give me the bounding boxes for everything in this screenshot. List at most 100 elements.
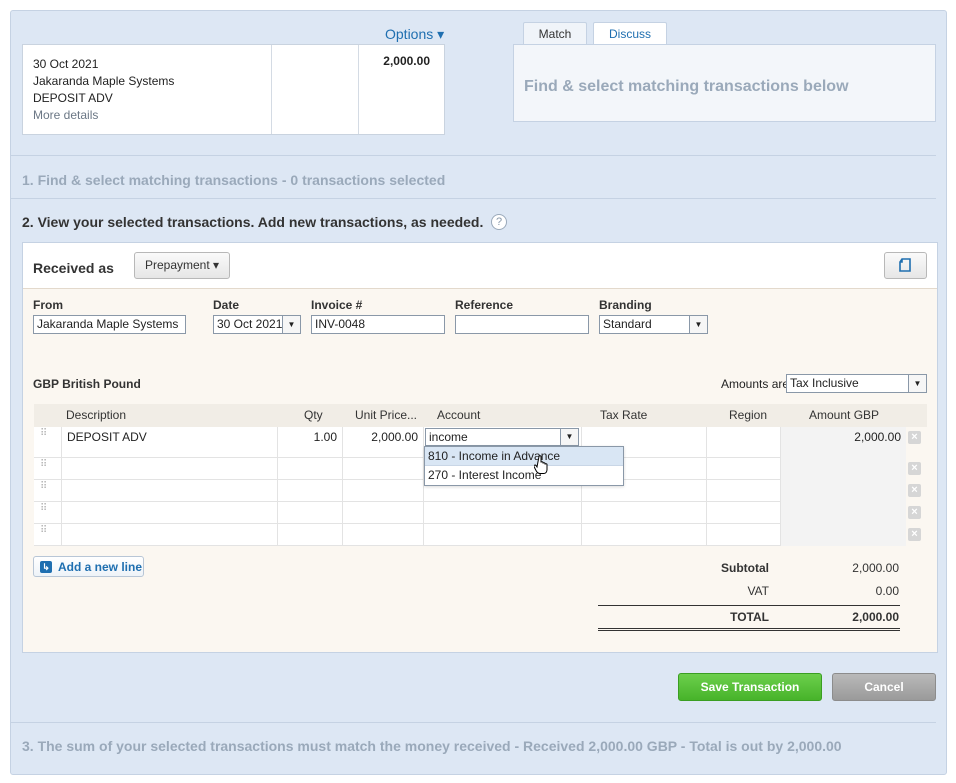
statement-details: 30 Oct 2021 Jakaranda Maple Systems DEPO… <box>23 45 271 134</box>
type-dropdown-button[interactable]: Prepayment ▾ <box>134 252 230 279</box>
qty-cell[interactable] <box>277 480 342 502</box>
tab-match[interactable]: Match <box>523 22 587 45</box>
unit-price-cell[interactable] <box>342 502 423 524</box>
qty-cell[interactable] <box>277 524 342 546</box>
vat-label: VAT <box>747 584 769 598</box>
dropdown-option[interactable]: 810 - Income in Advance <box>425 447 623 466</box>
unit-price-cell[interactable] <box>342 524 423 546</box>
col-qty: Qty <box>304 408 323 422</box>
match-panel-text: Find & select matching transactions belo… <box>524 78 849 95</box>
qty-cell[interactable] <box>277 502 342 524</box>
amount-cell[interactable] <box>780 458 906 480</box>
amounts-are-value: Tax Inclusive <box>790 376 859 390</box>
copy-button[interactable] <box>884 252 927 279</box>
options-menu[interactable]: Options ▾ <box>385 26 444 43</box>
more-details-link[interactable]: More details <box>33 107 261 124</box>
reference-label: Reference <box>455 298 514 312</box>
from-label: From <box>33 298 63 312</box>
col-account: Account <box>437 408 481 422</box>
col-unit-price: Unit Price... <box>355 408 418 422</box>
cancel-button[interactable]: Cancel <box>832 673 936 701</box>
branding-value: Standard <box>603 317 652 331</box>
region-cell[interactable] <box>706 458 780 480</box>
add-line-icon: ↳ <box>40 561 52 573</box>
statement-date: 30 Oct 2021 <box>33 57 99 71</box>
date-input[interactable]: 30 Oct 2021 ▼ <box>213 315 301 334</box>
unit-price-cell[interactable] <box>342 458 423 480</box>
col-amount: Amount GBP <box>809 408 880 422</box>
amount-cell[interactable]: 2,000.00 <box>780 427 906 458</box>
delete-row-icon[interactable]: × <box>908 484 921 497</box>
account-input[interactable]: income ▼ <box>425 428 579 446</box>
drag-handle-icon[interactable]: ⠿ <box>40 429 48 444</box>
total-value: 2,000.00 <box>852 610 899 624</box>
divider <box>11 722 936 723</box>
description-cell[interactable] <box>61 502 277 524</box>
step1-heading[interactable]: 1. Find & select matching transactions -… <box>22 172 445 188</box>
add-new-line-label: Add a new line <box>58 560 143 574</box>
copy-icon <box>898 258 911 272</box>
add-new-line-button[interactable]: ↳ Add a new line <box>33 556 144 577</box>
delete-row-icon[interactable]: × <box>908 462 921 475</box>
statement-payee: Jakaranda Maple Systems <box>33 74 175 88</box>
delete-row-icon[interactable]: × <box>908 528 921 541</box>
tax-rate-cell[interactable] <box>581 502 706 524</box>
invoice-input[interactable]: INV-0048 <box>311 315 445 334</box>
region-cell[interactable] <box>706 524 780 546</box>
date-value: 30 Oct 2021 <box>217 317 283 331</box>
save-transaction-button[interactable]: Save Transaction <box>678 673 822 701</box>
vat-value: 0.00 <box>875 584 899 598</box>
amount-cell[interactable] <box>780 480 906 502</box>
amounts-are-select[interactable]: Tax Inclusive ▼ <box>786 374 927 393</box>
unit-price-cell[interactable] <box>342 480 423 502</box>
date-label: Date <box>213 298 240 312</box>
description-cell[interactable] <box>61 458 277 480</box>
qty-cell[interactable]: 1.00 <box>277 427 342 458</box>
step2-heading: 2. View your selected transactions. Add … <box>22 214 484 230</box>
step3-heading: 3. The sum of your selected transactions… <box>22 738 842 754</box>
tab-discuss[interactable]: Discuss <box>593 22 667 45</box>
account-cell[interactable] <box>423 502 581 524</box>
amount-cell[interactable] <box>780 502 906 524</box>
help-icon[interactable]: ? <box>491 214 507 230</box>
branding-select[interactable]: Standard ▼ <box>599 315 708 334</box>
total-divider <box>598 605 900 606</box>
region-cell[interactable] <box>706 480 780 502</box>
description-cell[interactable]: DEPOSIT ADV <box>61 427 277 458</box>
drag-handle-icon[interactable]: ⠿ <box>40 526 48 541</box>
description-cell[interactable] <box>61 480 277 502</box>
col-description: Description <box>66 408 127 422</box>
statement-description: DEPOSIT ADV <box>33 91 113 105</box>
delete-row-icon[interactable]: × <box>908 506 921 519</box>
chevron-down-icon[interactable]: ▼ <box>689 316 707 333</box>
drag-handle-icon[interactable]: ⠿ <box>40 482 48 497</box>
divider <box>11 155 936 156</box>
statement-spent-column <box>271 45 358 134</box>
qty-cell[interactable] <box>277 458 342 480</box>
account-cell[interactable] <box>423 524 581 546</box>
drag-handle-icon[interactable]: ⠿ <box>40 460 48 475</box>
subtotal-value: 2,000.00 <box>852 561 899 575</box>
dropdown-option[interactable]: 270 - Interest Income <box>425 466 623 485</box>
from-input[interactable]: Jakaranda Maple Systems <box>33 315 186 334</box>
panel-header: Received as Prepayment ▾ <box>23 243 937 289</box>
received-as-label: Received as <box>33 260 114 276</box>
reference-input[interactable] <box>455 315 589 334</box>
delete-row-icon[interactable]: × <box>908 431 921 444</box>
statement-line: 30 Oct 2021 Jakaranda Maple Systems DEPO… <box>22 44 445 135</box>
chevron-down-icon[interactable]: ▼ <box>560 429 578 445</box>
region-cell[interactable] <box>706 502 780 524</box>
chevron-down-icon[interactable]: ▼ <box>282 316 300 333</box>
statement-amount: 2,000.00 <box>358 45 444 134</box>
total-double-rule <box>598 628 900 631</box>
unit-price-cell[interactable]: 2,000.00 <box>342 427 423 458</box>
account-dropdown-list: 810 - Income in Advance 270 - Interest I… <box>424 446 624 486</box>
drag-handle-icon[interactable]: ⠿ <box>40 504 48 519</box>
currency-label: GBP British Pound <box>33 377 141 391</box>
region-cell[interactable] <box>706 427 780 458</box>
description-cell[interactable] <box>61 524 277 546</box>
chevron-down-icon[interactable]: ▼ <box>908 375 926 392</box>
tax-rate-cell[interactable] <box>581 524 706 546</box>
amounts-are-label: Amounts are <box>721 377 790 391</box>
amount-cell[interactable] <box>780 524 906 546</box>
